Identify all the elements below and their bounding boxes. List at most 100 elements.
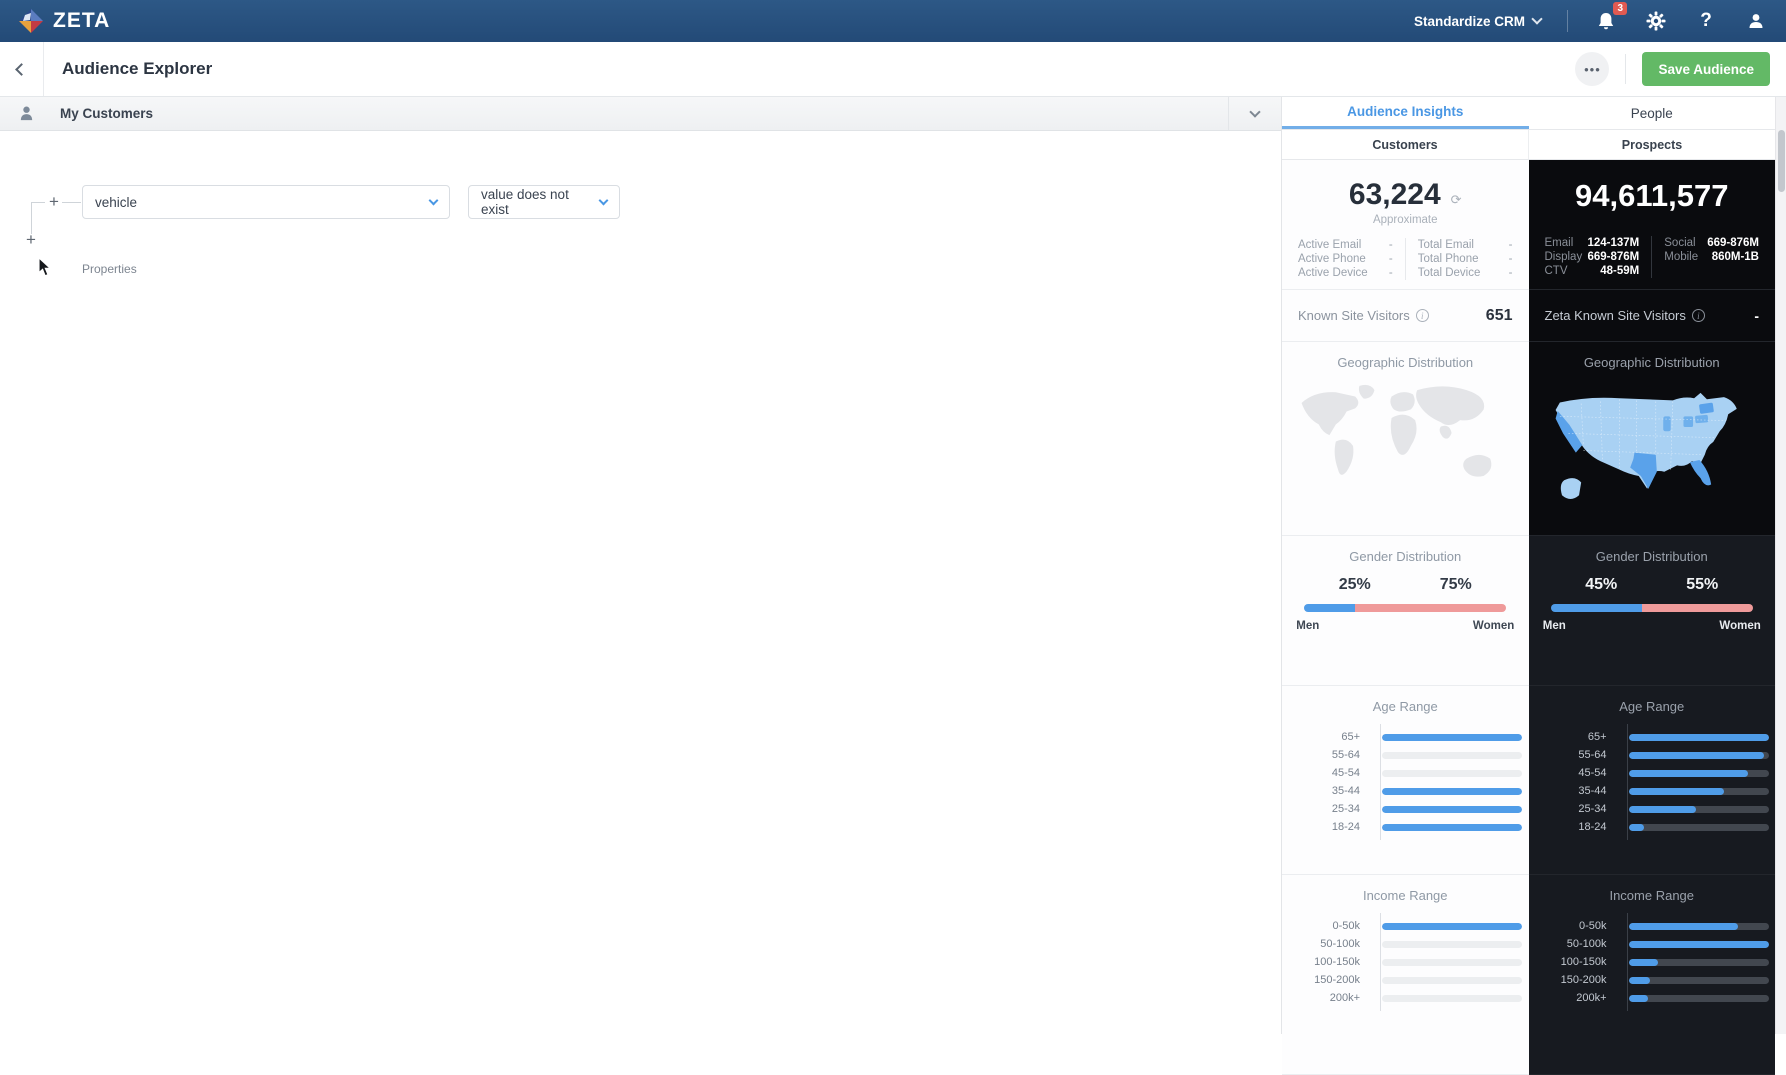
bar-label: 100-150k [1545,956,1619,968]
customers-count-section: 63,224 ⟳ Approximate Active Email - Acti… [1282,160,1529,290]
segment-header[interactable]: My Customers [0,97,1281,131]
audience-builder: My Customers Properties + + vehicle valu… [0,97,1281,1034]
gender-bar [1304,604,1506,612]
men-percent: 25% [1339,576,1371,594]
us-map [1544,378,1759,508]
bar-track [1382,788,1522,795]
bar-track [1629,824,1769,831]
age-bar-row: 35-44 [1298,782,1529,800]
bar-fill [1629,941,1769,948]
world-map [1293,378,1518,504]
geo-title: Geographic Distribution [1282,342,1529,370]
age-bar-row: 35-44 [1545,782,1776,800]
panel-scrollbar[interactable] [1775,97,1786,1034]
bar-track [1382,959,1522,966]
tab-people[interactable]: People [1529,97,1776,129]
stat-row: Total Email - [1418,238,1513,252]
income-bar-row: 50-100k [1545,935,1776,953]
notification-badge: 3 [1613,2,1627,15]
more-options-button[interactable]: ••• [1575,52,1609,86]
age-bar-row: 65+ [1298,728,1529,746]
subtab-prospects[interactable]: Prospects [1528,130,1775,159]
prospects-count-section: 94,611,577 Email 124-137M Display 669-87… [1529,160,1776,290]
help-button[interactable]: ? [1694,9,1718,33]
stat-label: Active Phone [1298,252,1366,266]
settings-button[interactable] [1644,9,1668,33]
age-title: Age Range [1529,686,1776,714]
bar-label: 35-44 [1298,785,1372,797]
income-bars: 0-50k 50-100k 100-150k 150-200k [1298,917,1529,1007]
refresh-icon[interactable]: ⟳ [1451,192,1462,208]
operator-select[interactable]: value does not exist [468,185,620,219]
age-bar-row: 18-24 [1545,818,1776,836]
stat-row: Display 669-876M [1545,250,1640,264]
workspace-selector[interactable]: Standardize CRM [1414,14,1541,29]
bar-track [1629,923,1769,930]
zeta-brand[interactable]: ZETA [18,8,110,34]
info-icon[interactable]: i [1416,309,1429,322]
stat-row: Active Phone - [1298,252,1393,266]
stat-value: 860M-1B [1712,250,1759,264]
bar-label: 55-64 [1298,749,1372,761]
customers-count: 63,224 [1349,178,1441,212]
zeta-logo-icon [18,8,44,34]
add-group-button[interactable]: + [23,232,39,248]
known-site-visitors-value: 651 [1486,307,1513,325]
insights-tabs: Audience Insights People [1282,97,1775,130]
notifications-button[interactable]: 3 [1594,9,1618,33]
account-button[interactable] [1744,9,1768,33]
age-bar-row: 55-64 [1298,746,1529,764]
customers-stats-left: Active Email - Active Phone - Active Dev… [1298,238,1406,280]
customers-geo-section: Geographic Distribution [1282,342,1529,536]
bar-label: 65+ [1545,731,1619,743]
gender-bar-women [1642,604,1753,612]
bar-label: 18-24 [1545,821,1619,833]
property-select[interactable]: vehicle [82,185,450,219]
mouse-cursor [38,257,52,277]
chevron-left-icon [15,63,28,76]
scrollbar-thumb[interactable] [1778,130,1785,192]
tree-connector [62,202,81,203]
back-button[interactable] [0,42,44,96]
bar-track [1382,770,1522,777]
stat-row: Email 124-137M [1545,236,1640,250]
chevron-down-icon [1249,106,1260,117]
bar-label: 0-50k [1298,920,1372,932]
bar-fill [1629,923,1738,930]
bar-track [1382,752,1522,759]
info-icon[interactable]: i [1692,309,1705,322]
bar-label: 100-150k [1298,956,1372,968]
bar-track [1382,923,1522,930]
income-bar-row: 100-150k [1298,953,1529,971]
question-mark-icon: ? [1700,10,1712,32]
income-title: Income Range [1282,875,1529,903]
person-icon [18,105,35,122]
segment-collapse-button[interactable] [1229,111,1281,116]
bar-label: 45-54 [1545,767,1619,779]
save-audience-button[interactable]: Save Audience [1642,52,1770,86]
bar-fill [1382,923,1522,930]
bar-fill [1629,734,1769,741]
bar-track [1382,995,1522,1002]
income-bar-row: 150-200k [1298,971,1529,989]
bar-track [1382,824,1522,831]
segment-title: My Customers [60,106,153,121]
stat-label: Total Email [1418,238,1474,252]
bar-track [1629,959,1769,966]
age-bar-row: 25-34 [1298,800,1529,818]
bell-icon [1597,12,1615,31]
men-label: Men [1296,620,1319,632]
customers-age-section: Age Range 65+ 55-64 45-54 35-44 [1282,686,1529,875]
bar-fill [1382,734,1522,741]
subtab-customers[interactable]: Customers [1282,130,1528,159]
income-bar-row: 0-50k [1545,917,1776,935]
tab-audience-insights[interactable]: Audience Insights [1282,97,1529,129]
stat-value: - [1389,238,1393,252]
stat-value: - [1509,252,1513,266]
add-condition-button[interactable]: + [46,194,62,210]
known-site-visitors-label: Known Site Visitors [1298,308,1410,323]
income-bars: 0-50k 50-100k 100-150k 150-200k [1545,917,1776,1007]
bar-track [1382,806,1522,813]
stat-value: - [1509,238,1513,252]
bar-label: 18-24 [1298,821,1372,833]
